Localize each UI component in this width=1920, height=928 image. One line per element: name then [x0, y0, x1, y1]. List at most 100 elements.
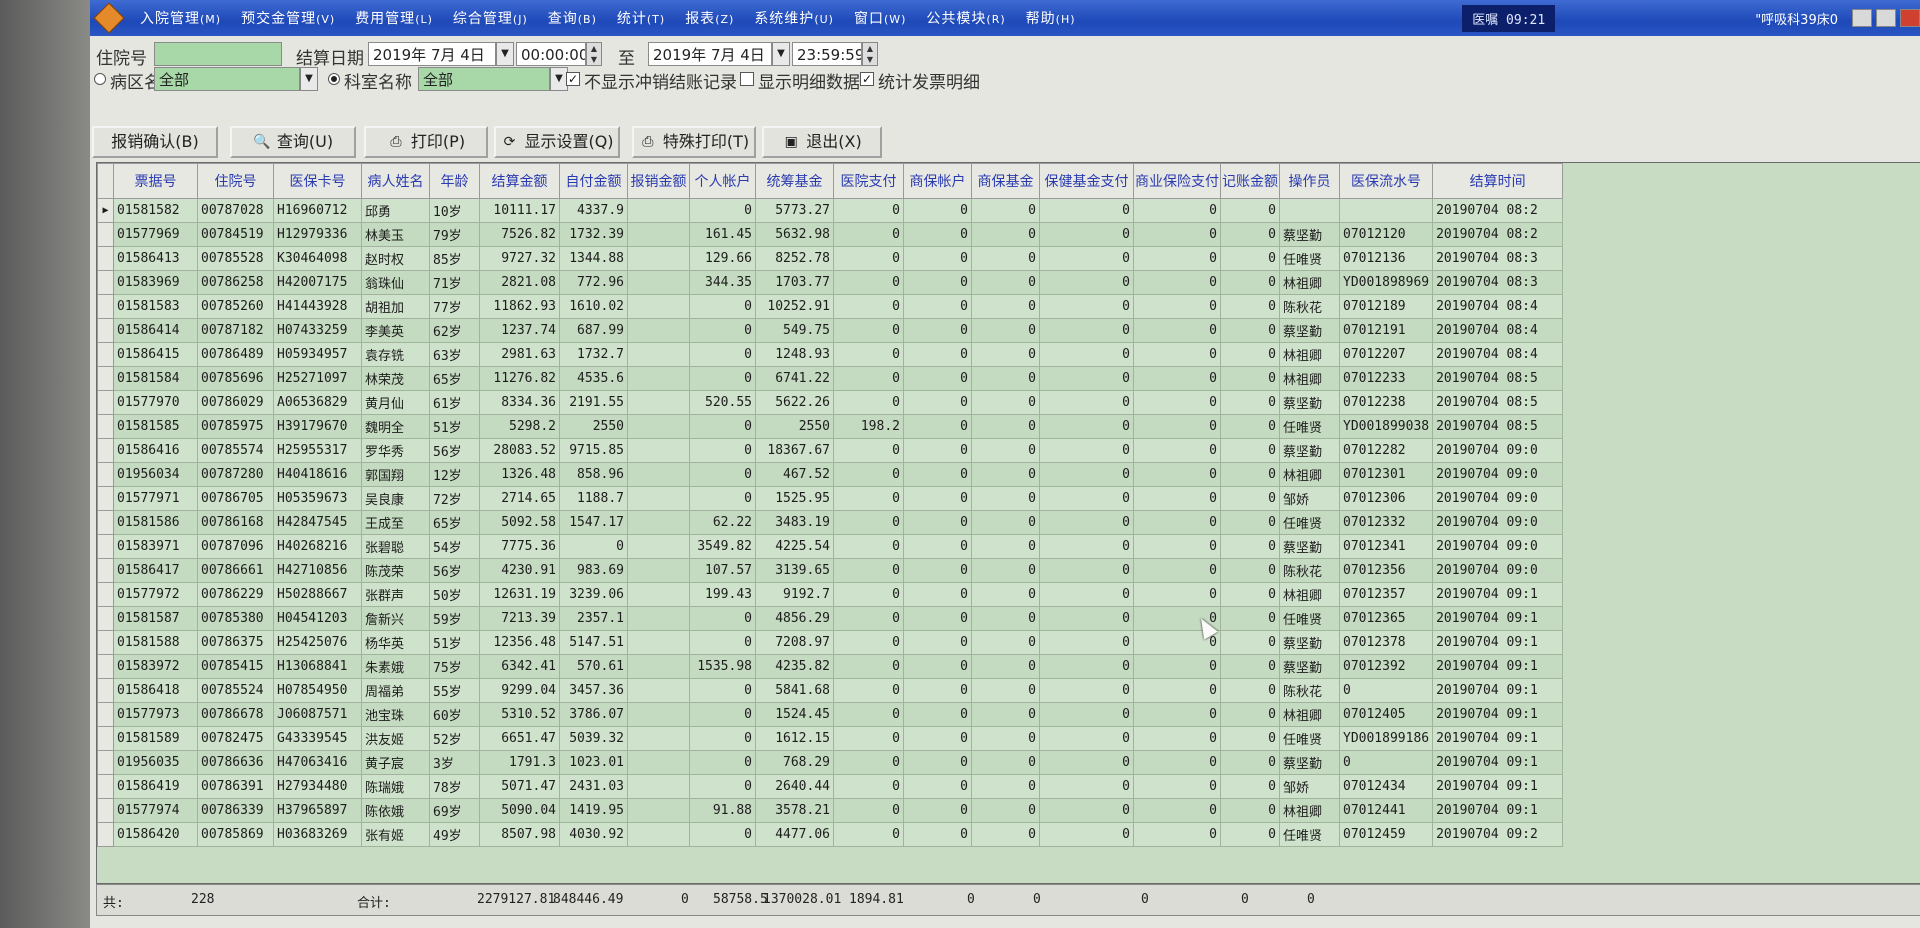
current-row-marker-icon[interactable]: ▶	[97, 198, 114, 223]
row-indicator[interactable]	[97, 630, 114, 655]
column-header[interactable]: 自付金额	[559, 163, 628, 199]
column-header[interactable]: 商保基金	[971, 163, 1040, 199]
special-print-button[interactable]: ⎙ 特殊打印(T)	[632, 126, 756, 158]
table-row[interactable]: 01586419 00786391 H27934480 陈瑞娥 78岁 5071.47 24…	[97, 774, 1564, 799]
row-indicator[interactable]	[97, 534, 114, 559]
column-header[interactable]: 操作员	[1279, 163, 1340, 199]
time-to-spinner[interactable]: ▲ ▼	[862, 42, 878, 66]
row-indicator[interactable]	[97, 702, 114, 727]
table-row[interactable]: 01583971 00787096 H40268216 张碧聪 54岁 7775.36 0 3…	[97, 534, 1564, 559]
row-indicator[interactable]	[97, 486, 114, 511]
close-button[interactable]	[1900, 9, 1920, 27]
column-header[interactable]: 统筹基金	[755, 163, 834, 199]
row-indicator[interactable]	[97, 606, 114, 631]
table-row[interactable]: 01581583 00785260 H41443928 胡祖加 77岁 11862.93 1…	[97, 294, 1564, 319]
table-row[interactable]: 01583969 00786258 H42007175 翁珠仙 71岁 2821.08 77…	[97, 270, 1564, 295]
row-indicator[interactable]	[97, 246, 114, 271]
row-indicator[interactable]	[97, 462, 114, 487]
column-header[interactable]: 个人帐户	[689, 163, 756, 199]
table-row[interactable]: 01586416 00785574 H25955317 罗华秀 56岁 28083.52 9…	[97, 438, 1564, 463]
confirm-button[interactable]: 报销确认(B)	[92, 126, 218, 158]
table-row[interactable]: 01577973 00786678 J06087571 池宝珠 60岁 5310.52 37…	[97, 702, 1564, 727]
print-button[interactable]: ⎙ 打印(P)	[364, 126, 488, 158]
menu-item-8[interactable]: 窗口(W)	[844, 8, 916, 28]
row-indicator[interactable]	[97, 438, 114, 463]
row-indicator[interactable]	[97, 750, 114, 775]
column-header[interactable]: 票据号	[113, 163, 198, 199]
table-row[interactable]: 01586420 00785869 H03683269 张有姬 49岁 8507.98 40…	[97, 822, 1564, 847]
settlement-table[interactable]: 票据号 住院号 医保卡号 病人姓名 年龄 结算金额 自付金额 报销金额 个人帐户 统筹基金 医院支付…	[96, 162, 1920, 884]
table-row[interactable]: 01581588 00786375 H25425076 杨华英 51岁 12356.48 5…	[97, 630, 1564, 655]
row-indicator[interactable]	[97, 390, 114, 415]
dept-select[interactable]: 全部	[418, 67, 550, 91]
ward-dropdown-icon[interactable]: ▼	[300, 67, 318, 91]
column-header[interactable]: 记账金额	[1220, 163, 1280, 199]
table-row[interactable]: 01586413 00785528 K30464098 赵时权 85岁 9727.32 13…	[97, 246, 1564, 271]
column-header[interactable]: 住院号	[197, 163, 274, 199]
menu-item-0[interactable]: 入院管理(M)	[130, 8, 231, 28]
table-row[interactable]: 01581589 00782475 G43339545 洪友姬 52岁 6651.47 50…	[97, 726, 1564, 751]
column-header[interactable]: 病人姓名	[361, 163, 430, 199]
table-row[interactable]: 01577969 00784519 H12979336 林美玉 79岁 7526.82 17…	[97, 222, 1564, 247]
row-indicator[interactable]	[97, 774, 114, 799]
menu-item-5[interactable]: 统计(T)	[607, 8, 675, 28]
table-row[interactable]: 01577972 00786229 H50288667 张群声 50岁 12631.19 3…	[97, 582, 1564, 607]
row-indicator[interactable]	[97, 222, 114, 247]
row-indicator[interactable]	[97, 558, 114, 583]
query-button[interactable]: 🔍 查询(U)	[230, 126, 356, 158]
column-header[interactable]: 报销金额	[627, 163, 690, 199]
table-row[interactable]: 01956034 00787280 H40418616 郭国翔 12岁 1326.48 85…	[97, 462, 1564, 487]
table-row[interactable]: 01577971 00786705 H05359673 吴良康 72岁 2714.65 11…	[97, 486, 1564, 511]
date-from-input[interactable]: 2019年 7月 4日	[368, 42, 496, 66]
exit-button[interactable]: ▣ 退出(X)	[762, 126, 882, 158]
menu-item-6[interactable]: 报表(Z)	[675, 8, 744, 28]
column-header[interactable]: 医保卡号	[273, 163, 362, 199]
row-indicator[interactable]	[97, 318, 114, 343]
menu-item-10[interactable]: 帮助(H)	[1016, 8, 1086, 28]
table-row[interactable]: 01586417 00786661 H42710856 陈茂荣 56岁 4230.91 98…	[97, 558, 1564, 583]
column-header[interactable]: 医院支付	[833, 163, 904, 199]
menu-item-9[interactable]: 公共模块(R)	[916, 8, 1015, 28]
time-from-input[interactable]: 00:00:00	[516, 42, 586, 66]
menu-item-7[interactable]: 系统维护(U)	[744, 8, 844, 28]
row-indicator[interactable]	[97, 798, 114, 823]
column-header[interactable]: 保健基金支付	[1039, 163, 1134, 199]
row-indicator[interactable]	[97, 366, 114, 391]
row-indicator[interactable]	[97, 294, 114, 319]
time-from-spinner[interactable]: ▲ ▼	[586, 42, 602, 66]
row-indicator[interactable]	[97, 270, 114, 295]
date-to-dropdown-icon[interactable]: ▼	[772, 42, 790, 66]
menu-item-1[interactable]: 预交金管理(V)	[231, 8, 345, 28]
date-from-dropdown-icon[interactable]: ▼	[496, 42, 514, 66]
invoice-detail-checkbox[interactable]: ✓	[860, 72, 874, 86]
table-row[interactable]: 01581584 00785696 H25271097 林荣茂 65岁 11276.82 4…	[97, 366, 1564, 391]
column-header[interactable]: 商业保险支付	[1133, 163, 1221, 199]
table-row[interactable]: 01577970 00786029 A06536829 黄月仙 61岁 8334.36 21…	[97, 390, 1564, 415]
ward-radio[interactable]	[94, 73, 106, 85]
table-row[interactable]: 01583972 00785415 H13068841 朱素娥 75岁 6342.41 57…	[97, 654, 1564, 679]
table-row[interactable]: 01586418 00785524 H07854950 周福弟 55岁 9299.04 34…	[97, 678, 1564, 703]
ward-select[interactable]: 全部	[154, 67, 300, 91]
row-indicator[interactable]	[97, 678, 114, 703]
dept-radio[interactable]	[328, 73, 340, 85]
row-indicator[interactable]	[97, 726, 114, 751]
show-detail-checkbox[interactable]	[740, 72, 754, 86]
column-header[interactable]: 结算时间	[1432, 163, 1564, 199]
table-row[interactable]: 01956035 00786636 H47063416 黄子宸 3岁 1791.3 1023…	[97, 750, 1564, 775]
row-indicator[interactable]	[97, 582, 114, 607]
column-header[interactable]: 医保流水号	[1338, 163, 1434, 199]
date-to-input[interactable]: 2019年 7月 4日	[648, 42, 772, 66]
menu-item-4[interactable]: 查询(B)	[538, 8, 607, 28]
column-header[interactable]: 年龄	[429, 163, 480, 199]
table-row[interactable]: 01581587 00785380 H04541203 詹新兴 59岁 7213.39 23…	[97, 606, 1564, 631]
row-indicator[interactable]	[97, 414, 114, 439]
restore-button[interactable]	[1876, 9, 1896, 27]
hide-reversal-checkbox[interactable]: ✓	[566, 72, 580, 86]
column-header[interactable]: 结算金额	[479, 163, 560, 199]
minimize-button[interactable]	[1852, 9, 1872, 27]
table-row[interactable]: ▶ 01581582 00787028 H16960712 邱勇 10岁 10111.17 4…	[97, 198, 1564, 223]
table-row[interactable]: 01577974 00786339 H37965897 陈依娥 69岁 5090.04 14…	[97, 798, 1564, 823]
row-indicator[interactable]	[97, 510, 114, 535]
row-indicator[interactable]	[97, 654, 114, 679]
menu-item-2[interactable]: 费用管理(L)	[345, 8, 443, 28]
